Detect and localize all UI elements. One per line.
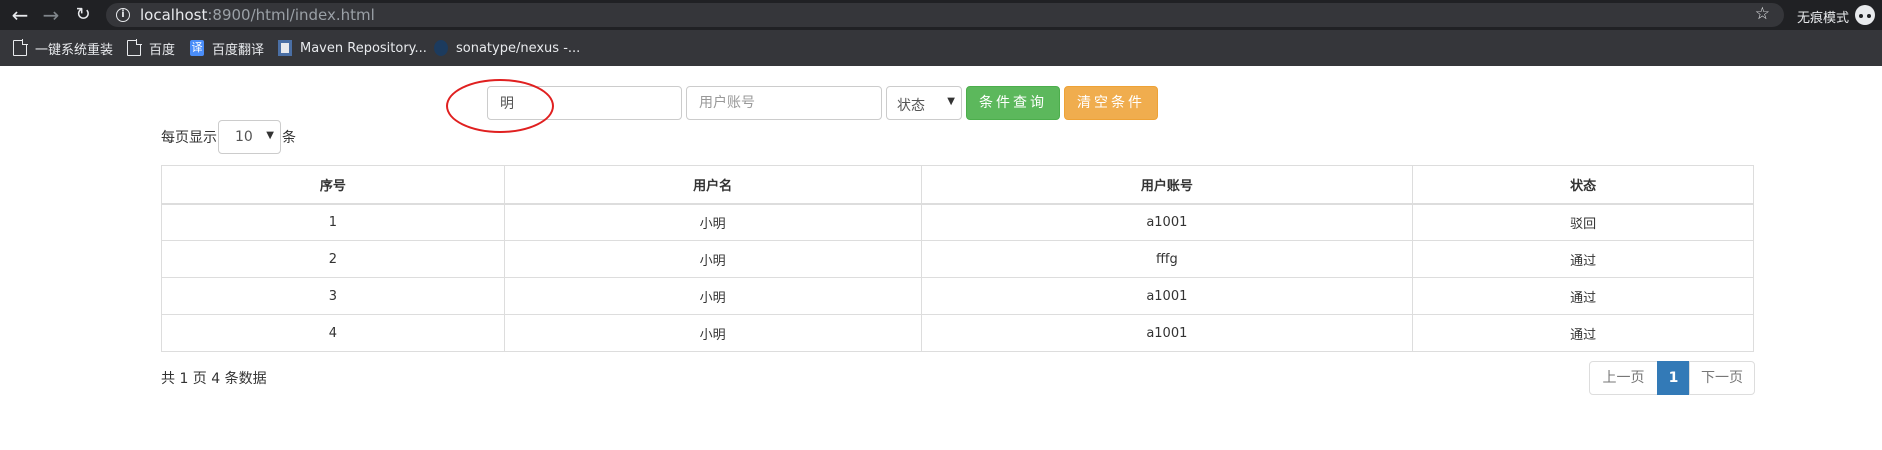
table-row[interactable]: 4 小明 a1001 通过: [161, 314, 1754, 352]
bookmark-item[interactable]: sonatype/nexus -...: [434, 39, 580, 57]
column-header-status[interactable]: 状态: [1412, 165, 1754, 205]
page-size-select[interactable]: 10 ▼: [218, 120, 281, 154]
pagination-summary: 共 1 页 4 条数据: [161, 371, 267, 387]
page-size-prefix: 每页显示: [161, 130, 217, 146]
bookmark-label: 一键系统重装: [35, 42, 114, 58]
bookmark-item[interactable]: 一键系统重装: [13, 39, 114, 58]
table-row[interactable]: 3 小明 a1001 通过: [161, 277, 1754, 315]
page-icon: [13, 39, 28, 56]
cell-account: a1001: [920, 203, 1414, 241]
url-host: localhost: [140, 6, 208, 24]
cell-status: 驳回: [1412, 203, 1754, 241]
bookmark-label: 百度翻译: [212, 42, 265, 58]
prev-page-button[interactable]: 上一页: [1589, 361, 1658, 395]
column-header-username[interactable]: 用户名: [503, 165, 922, 205]
forward-arrow-icon[interactable]: →: [39, 3, 63, 27]
bookmark-item[interactable]: Maven Repository...: [278, 39, 427, 57]
page-size-value: 10: [235, 129, 253, 145]
bookmark-label: Maven Repository...: [300, 40, 427, 56]
username-search-input[interactable]: [487, 86, 682, 120]
cell-status: 通过: [1412, 277, 1754, 315]
status-select[interactable]: 状态 ▼: [886, 86, 962, 120]
bookmarks-bar: 一键系统重装 百度 译 百度翻译 Maven Repository... son…: [0, 30, 1882, 66]
cell-username: 小明: [503, 203, 922, 241]
next-page-button[interactable]: 下一页: [1689, 361, 1755, 395]
back-arrow-icon[interactable]: ←: [8, 3, 32, 27]
table-header-row: 序号 用户名 用户账号 状态: [161, 165, 1754, 205]
info-icon[interactable]: i: [116, 8, 130, 22]
column-header-account[interactable]: 用户账号: [920, 165, 1414, 205]
page-size-suffix: 条: [282, 130, 296, 146]
cell-username: 小明: [503, 240, 922, 278]
cell-account: fffg: [920, 240, 1414, 278]
cell-index: 1: [161, 203, 505, 241]
browser-toolbar: ← → ↻ i localhost:8900/html/index.html ☆…: [0, 0, 1882, 30]
cell-account: a1001: [920, 314, 1414, 352]
table-row[interactable]: 2 小明 fffg 通过: [161, 240, 1754, 278]
status-select-value: 状态: [897, 98, 925, 114]
reload-icon[interactable]: ↻: [71, 3, 95, 27]
user-table: 序号 用户名 用户账号 状态 1 小明 a1001 驳回 2 小明 fffg 通…: [161, 165, 1754, 352]
cell-account: a1001: [920, 277, 1414, 315]
bookmark-item[interactable]: 百度: [127, 39, 176, 58]
address-bar[interactable]: i localhost:8900/html/index.html ☆: [106, 3, 1784, 27]
translate-icon: 译: [190, 40, 204, 56]
incognito-icon[interactable]: [1855, 5, 1875, 25]
column-header-index[interactable]: 序号: [161, 165, 505, 205]
cell-username: 小明: [503, 277, 922, 315]
bookmark-label: 百度: [149, 42, 176, 58]
page-number-button[interactable]: 1: [1657, 361, 1690, 395]
account-search-input[interactable]: [686, 86, 882, 120]
page-icon: [127, 39, 142, 56]
cell-index: 3: [161, 277, 505, 315]
caret-down-icon: ▼: [266, 130, 274, 141]
bookmark-item[interactable]: 译 百度翻译: [190, 39, 265, 58]
cell-index: 4: [161, 314, 505, 352]
cell-status: 通过: [1412, 314, 1754, 352]
cell-username: 小明: [503, 314, 922, 352]
caret-down-icon: ▼: [947, 96, 955, 107]
bookmark-label: sonatype/nexus -...: [456, 40, 581, 56]
url-path: :8900/html/index.html: [207, 6, 375, 24]
page-size-control: 每页显示 10 ▼ 条: [161, 120, 296, 154]
cell-index: 2: [161, 240, 505, 278]
cell-status: 通过: [1412, 240, 1754, 278]
star-icon[interactable]: ☆: [1755, 4, 1770, 24]
search-button[interactable]: 条件查询: [966, 86, 1060, 120]
clear-button[interactable]: 清空条件: [1064, 86, 1158, 120]
table-row[interactable]: 1 小明 a1001 驳回: [161, 203, 1754, 241]
nexus-icon: [434, 40, 448, 56]
incognito-label: 无痕模式: [1797, 11, 1850, 26]
url-text[interactable]: localhost:8900/html/index.html: [140, 6, 375, 24]
maven-icon: [278, 40, 292, 56]
